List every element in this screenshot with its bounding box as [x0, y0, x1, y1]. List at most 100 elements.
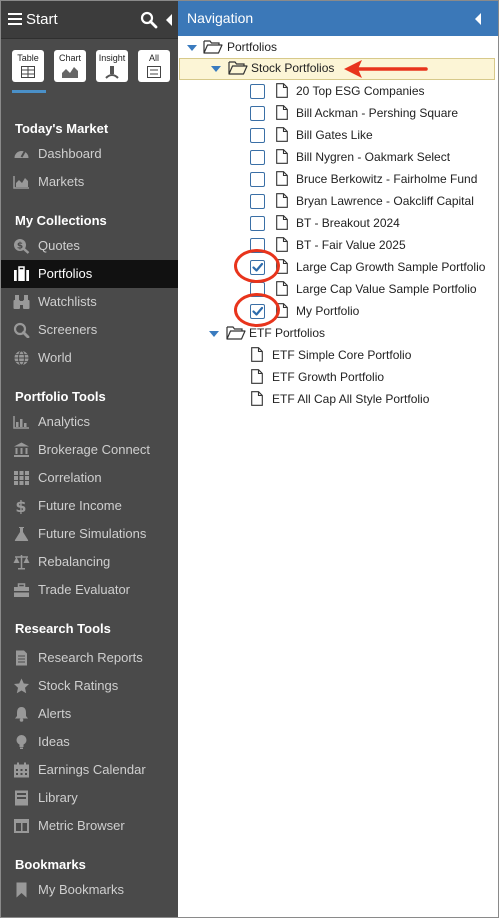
tree-node-etf-portfolios[interactable]: ETF Portfolios [178, 323, 498, 345]
sidebar-item-label: Portfolios [38, 266, 93, 281]
sidebar-item-my-bookmarks[interactable]: My Bookmarks [1, 876, 178, 904]
portfolio-checkbox[interactable] [250, 216, 265, 231]
sidebar-item-quotes[interactable]: $ Quotes [1, 232, 178, 260]
collapse-sidebar-icon[interactable] [166, 14, 172, 26]
portfolio-name: Bill Nygren - Oakmark Select [296, 150, 451, 164]
app-window: Start Table Chart Insight All Today's Ma… [0, 0, 499, 918]
portfolio-name: Large Cap Growth Sample Portfolio [296, 260, 486, 274]
dollar-icon: $ [15, 498, 26, 514]
binoculars-icon [13, 295, 30, 309]
sidebar-item-library[interactable]: Library [1, 784, 178, 812]
document-icon [251, 347, 263, 362]
stock-portfolio-item[interactable]: Bryan Lawrence - Oakcliff Capital [178, 191, 498, 213]
sidebar-item-ideas[interactable]: Ideas [1, 728, 178, 756]
insight-icon [105, 66, 119, 79]
stock-portfolio-item[interactable]: Bill Gates Like [178, 125, 498, 147]
sidebar-item-watchlists[interactable]: Watchlists [1, 288, 178, 316]
etf-portfolio-item[interactable]: ETF All Cap All Style Portfolio [178, 389, 498, 411]
stock-portfolio-item[interactable]: BT - Breakout 2024 [178, 213, 498, 235]
stock-portfolio-item[interactable]: My Portfolio [178, 301, 498, 323]
etf-portfolio-item[interactable]: ETF Simple Core Portfolio [178, 345, 498, 367]
collapse-navigation-icon[interactable] [475, 13, 481, 25]
grid-icon [14, 471, 29, 485]
tree-node-portfolios[interactable]: Portfolios [178, 37, 498, 59]
sidebar-item-markets[interactable]: Markets [1, 168, 178, 196]
sidebar-item-alerts[interactable]: Alerts [1, 700, 178, 728]
stock-portfolio-item[interactable]: Large Cap Value Sample Portfolio [178, 279, 498, 301]
start-label[interactable]: Start [26, 11, 58, 28]
tree-node-stock-portfolios[interactable]: Stock Portfolios [179, 58, 495, 80]
search-icon[interactable] [140, 11, 158, 29]
navigation-tree: Portfolios Stock Portfolios 20 Top ESG C… [178, 36, 498, 917]
expand-toggle-icon[interactable] [187, 45, 197, 51]
sidebar-item-label: Trade Evaluator [38, 582, 131, 597]
document-icon [276, 105, 288, 120]
document-icon [251, 369, 263, 384]
toolbox-icon [14, 583, 29, 597]
sidebar-item-label: Quotes [38, 238, 80, 253]
document-icon [276, 149, 288, 164]
portfolio-checkbox[interactable] [250, 84, 265, 99]
sidebar-item-portfolios[interactable]: Portfolios [1, 260, 178, 288]
flask-icon [14, 527, 29, 541]
calendar-icon [14, 762, 29, 778]
sidebar-item-label: Metric Browser [38, 818, 125, 833]
sidebar-item-label: Stock Ratings [38, 678, 119, 693]
stock-portfolio-item[interactable]: 20 Top ESG Companies [178, 81, 498, 103]
search-icon [13, 322, 30, 338]
hamburger-menu-icon[interactable] [8, 13, 22, 25]
portfolio-checkbox[interactable] [250, 194, 265, 209]
sidebar-item-rebalancing[interactable]: Rebalancing [1, 548, 178, 576]
expand-toggle-icon[interactable] [209, 331, 219, 337]
navigation-title: Navigation [187, 10, 254, 26]
portfolio-name: My Portfolio [296, 304, 360, 318]
book-icon [15, 790, 28, 806]
open-folder-icon [203, 40, 223, 54]
sidebar-item-future-simulations[interactable]: Future Simulations [1, 520, 178, 548]
sidebar-item-metric-browser[interactable]: Metric Browser [1, 812, 178, 840]
portfolio-checkbox[interactable] [250, 150, 265, 165]
tree-label-stock-portfolios: Stock Portfolios [251, 61, 335, 75]
sidebar-item-label: Rebalancing [38, 554, 111, 569]
stock-portfolio-item[interactable]: Bill Nygren - Oakmark Select [178, 147, 498, 169]
document-icon [251, 391, 263, 406]
sidebar-item-label: Dashboard [38, 146, 102, 161]
sidebar-item-label: Brokerage Connect [38, 442, 151, 457]
portfolio-checkbox[interactable] [250, 128, 265, 143]
sidebar-item-dashboard[interactable]: Dashboard [1, 140, 178, 168]
stock-portfolio-item[interactable]: Bruce Berkowitz - Fairholme Fund [178, 169, 498, 191]
stock-portfolio-item[interactable]: Large Cap Growth Sample Portfolio [178, 257, 498, 279]
star-icon [14, 678, 29, 694]
sidebar-item-research-reports[interactable]: Research Reports [1, 644, 178, 672]
etf-portfolio-item[interactable]: ETF Growth Portfolio [178, 367, 498, 389]
sidebar-item-label: Analytics [38, 414, 91, 429]
sidebar-item-brokerage-connect[interactable]: Brokerage Connect [1, 436, 178, 464]
tile-all[interactable]: All [138, 50, 170, 82]
sidebar-item-world[interactable]: World [1, 344, 178, 372]
sidebar-item-earnings-calendar[interactable]: Earnings Calendar [1, 756, 178, 784]
expand-toggle-icon[interactable] [211, 66, 221, 72]
sidebar-item-label: Alerts [38, 706, 72, 721]
portfolio-name: 20 Top ESG Companies [296, 84, 425, 98]
tile-table[interactable]: Table [12, 50, 44, 82]
bank-icon [14, 442, 29, 457]
sidebar-item-future-income[interactable]: $ Future Income [1, 492, 178, 520]
tile-chart[interactable]: Chart [54, 50, 86, 82]
tile-insight[interactable]: Insight [96, 50, 128, 82]
dashboard-icon [14, 150, 29, 158]
open-folder-icon [226, 326, 246, 340]
sidebar-item-screeners[interactable]: Screeners [1, 316, 178, 344]
lightbulb-icon [16, 735, 27, 749]
portfolio-checkbox[interactable] [250, 106, 265, 121]
sidebar-item-analytics[interactable]: Analytics [1, 408, 178, 436]
svg-text:$: $ [17, 242, 23, 252]
sidebar-item-stock-ratings[interactable]: Stock Ratings [1, 672, 178, 700]
annotation-circle [234, 293, 280, 327]
stock-portfolio-item[interactable]: BT - Fair Value 2025 [178, 235, 498, 257]
sidebar-item-correlation[interactable]: Correlation [1, 464, 178, 492]
open-folder-icon [228, 61, 248, 75]
sidebar-item-trade-evaluator[interactable]: Trade Evaluator [1, 576, 178, 604]
sidebar-item-label: Future Income [38, 498, 122, 513]
stock-portfolio-item[interactable]: Bill Ackman - Pershing Square [178, 103, 498, 125]
portfolio-checkbox[interactable] [250, 172, 265, 187]
